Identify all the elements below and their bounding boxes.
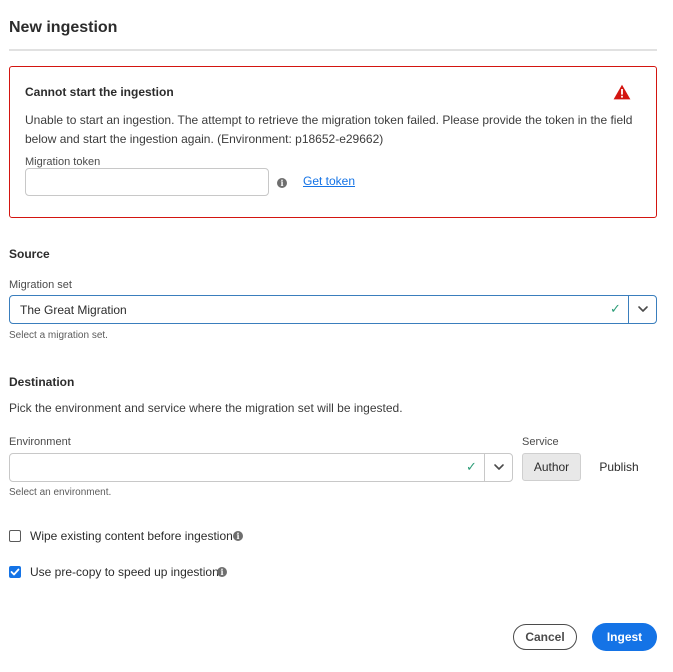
service-author-button[interactable]: Author: [522, 453, 581, 481]
checkmark-icon: ✓: [610, 301, 621, 316]
combo-divider: [628, 296, 629, 323]
checkmark-icon: [10, 568, 20, 576]
migration-token-input[interactable]: [25, 168, 269, 196]
destination-description: Pick the environment and service where t…: [9, 401, 403, 415]
service-label: Service: [522, 436, 559, 448]
title-divider: [9, 49, 657, 51]
migration-set-value[interactable]: The Great Migration: [20, 303, 127, 317]
error-alert: Cannot start the ingestion Unable to sta…: [9, 66, 657, 218]
combo-divider: [484, 454, 485, 481]
migration-set-help: Select a migration set.: [9, 330, 108, 341]
cancel-button[interactable]: Cancel: [513, 624, 577, 650]
migration-set-label: Migration set: [9, 279, 72, 291]
info-icon[interactable]: i: [217, 567, 227, 577]
checkmark-icon: ✓: [466, 459, 477, 474]
migration-set-combobox[interactable]: The Great Migration ✓: [9, 295, 657, 324]
precopy-label[interactable]: Use pre-copy to speed up ingestion: [30, 565, 219, 579]
wipe-content-checkbox[interactable]: [9, 530, 21, 542]
precopy-checkbox[interactable]: [9, 566, 21, 578]
migration-token-label: Migration token: [25, 156, 101, 168]
environment-label: Environment: [9, 436, 71, 448]
ingest-button[interactable]: Ingest: [592, 623, 657, 651]
error-message: Unable to start an ingestion. The attemp…: [25, 113, 633, 146]
service-publish-button[interactable]: Publish: [590, 453, 648, 481]
environment-combobox[interactable]: ✓: [9, 453, 513, 482]
info-icon[interactable]: i: [233, 531, 243, 541]
alert-triangle-icon: [613, 84, 631, 100]
dialog-title: New ingestion: [9, 19, 118, 36]
wipe-content-label[interactable]: Wipe existing content before ingestion: [30, 529, 233, 543]
destination-section-title: Destination: [9, 375, 75, 389]
info-icon[interactable]: i: [277, 178, 287, 188]
chevron-down-icon[interactable]: [634, 301, 652, 317]
environment-help: Select an environment.: [9, 487, 112, 498]
chevron-down-icon[interactable]: [490, 459, 508, 475]
source-section-title: Source: [9, 247, 50, 261]
error-title: Cannot start the ingestion: [25, 85, 174, 99]
get-token-link[interactable]: Get token: [303, 174, 355, 188]
